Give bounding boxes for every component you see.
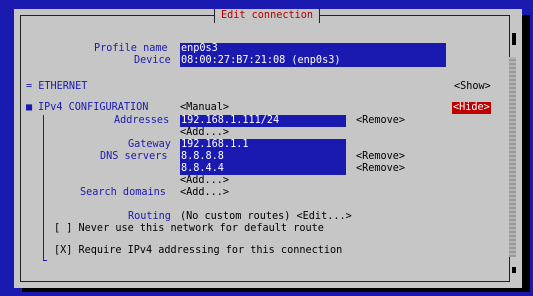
profile-name-field-bg (180, 43, 446, 55)
dns-field-2[interactable]: 8.8.4.4 (180, 163, 225, 175)
dns-servers-label: DNS servers (100, 151, 168, 162)
scroll-up-indicator[interactable] (512, 33, 516, 45)
dns-field-1[interactable]: 8.8.8.8 (180, 151, 225, 163)
ethernet-show-button[interactable]: <Show> (454, 81, 491, 93)
search-domains-add-button[interactable]: <Add...> (180, 187, 229, 199)
ipv4-section-bracket (43, 115, 44, 261)
device-field[interactable]: 08:00:27:B7:21:08 (enp0s3) (180, 55, 341, 67)
ethernet-section-label: = ETHERNET (26, 81, 88, 92)
scrollbar-track[interactable] (509, 57, 516, 257)
addresses-add-button[interactable]: <Add...> (180, 127, 229, 139)
ipv4-section-bracket-end (43, 260, 47, 261)
dialog-shadow-right (522, 15, 530, 292)
dialog-shadow-bottom (22, 288, 530, 292)
dialog-title: Edit connection (214, 9, 321, 23)
scroll-down-indicator[interactable] (512, 267, 516, 273)
profile-name-label: Profile name (94, 43, 168, 54)
dns-add-button[interactable]: <Add...> (180, 175, 229, 187)
dns-2-remove-button[interactable]: <Remove> (356, 163, 405, 175)
require-ipv4-checkbox[interactable]: [X] Require IPv4 addressing for this con… (54, 245, 342, 257)
address-remove-button[interactable]: <Remove> (356, 115, 405, 127)
gateway-label: Gateway (128, 139, 171, 150)
ipv4-hide-button[interactable]: <Hide> (452, 102, 491, 114)
never-default-route-checkbox[interactable]: [ ] Never use this network for default r… (54, 223, 324, 235)
search-domains-label: Search domains (80, 187, 166, 198)
ipv4-collapse-marker: ■ (26, 102, 33, 113)
address-field[interactable]: 192.168.1.111/24 (180, 115, 280, 127)
profile-name-field[interactable]: enp0s3 (180, 43, 219, 55)
device-label: Device (134, 55, 171, 66)
edit-connection-dialog: Edit connection Profile name enp0s3 Devi… (14, 9, 522, 288)
gateway-field[interactable]: 192.168.1.1 (180, 139, 249, 151)
addresses-label: Addresses (114, 115, 170, 126)
ipv4-section-label: IPv4 CONFIGURATION (38, 102, 149, 113)
routing-label: Routing (128, 211, 171, 222)
dns-1-remove-button[interactable]: <Remove> (356, 151, 405, 163)
ipv4-mode-dropdown[interactable]: <Manual> (180, 102, 229, 114)
routing-edit-button[interactable]: (No custom routes) <Edit...> (180, 211, 352, 223)
